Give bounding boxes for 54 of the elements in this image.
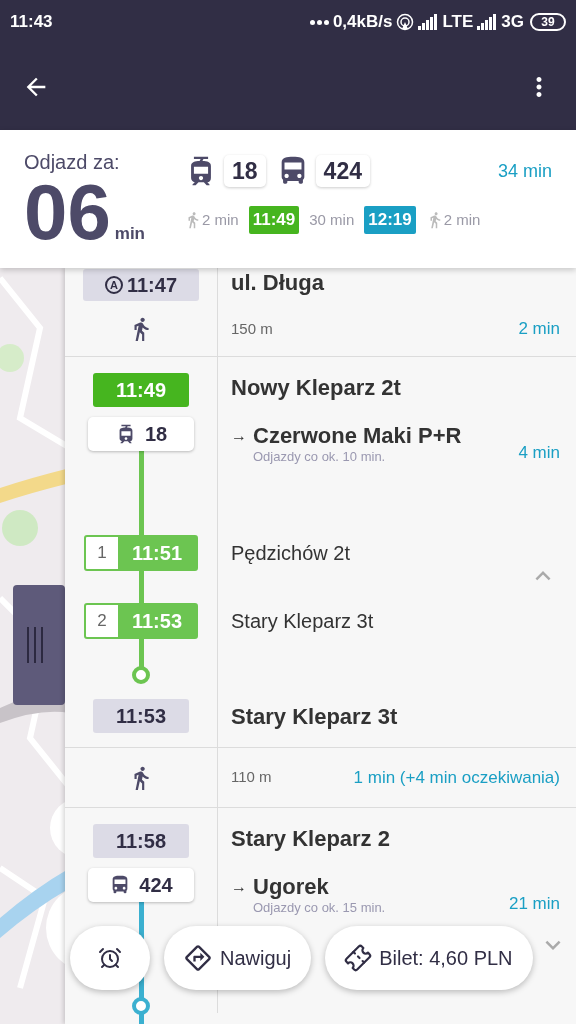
wait-time: 30 min <box>309 209 355 230</box>
walk-duration: 1 min (+4 min oczekiwania) <box>353 766 560 789</box>
frequency-note: Odjazdy co ok. 15 min. <box>253 900 386 916</box>
time-badge: 11:49 <box>248 206 300 234</box>
line-badge: 18 <box>88 417 194 451</box>
departure-label: Odjazd za: <box>24 152 121 172</box>
intermediate-stop-badge: 1 11:51 <box>84 535 198 571</box>
time-badge: A 11:47 <box>83 269 199 301</box>
network-type: 3G <box>501 11 524 34</box>
total-duration: 34 min <box>497 159 552 183</box>
time-badge: 11:49 <box>93 373 189 407</box>
departure-minutes: 06 <box>24 172 111 252</box>
stop-name: Stary Kleparz 2 <box>231 824 390 853</box>
time-badge: 11:58 <box>93 824 189 858</box>
hotspot-icon <box>396 13 415 31</box>
stop-name: ul. Długa <box>231 269 325 297</box>
action-button[interactable]: Nawiguj <box>164 926 312 990</box>
walk-distance: 150 m <box>231 318 273 339</box>
handle-panel[interactable] <box>13 585 65 705</box>
ride-duration: 21 min <box>508 892 560 915</box>
signal-icon <box>418 14 439 30</box>
line-number-badge: 18 <box>224 155 266 187</box>
network-type: LTE <box>442 11 474 34</box>
stop-name: Pędzichów 2t <box>231 541 350 566</box>
signal-icon <box>477 14 498 30</box>
minutes-unit: min <box>114 222 145 245</box>
action-button[interactable]: Bilet: 4,60 PLN <box>325 926 533 990</box>
stop-name: Stary Kleparz 3t <box>231 702 398 731</box>
time-badge: 11:53 <box>93 699 189 733</box>
line-number-badge: 424 <box>315 155 370 187</box>
stop-name: Nowy Kleparz 2t <box>231 373 401 402</box>
direction-name: Ugorek <box>253 874 329 900</box>
end-stop-icon <box>132 666 150 684</box>
intermediate-stop-badge: 2 11:53 <box>84 603 198 639</box>
directions-icon <box>184 944 212 972</box>
notification-dots-icon <box>309 19 329 25</box>
walk-time: 2 min <box>202 209 239 230</box>
arrow-icon: → <box>231 424 247 448</box>
clock: 11:43 <box>10 11 53 34</box>
time-badge: 12:19 <box>364 206 416 234</box>
grip-icon <box>27 627 43 663</box>
network-speed: 0,4kB/s <box>332 11 393 34</box>
direction-name: Czerwone Maki P+R <box>253 423 462 449</box>
walk-distance: 110 m <box>231 767 272 788</box>
alarm-clock-icon <box>98 946 122 970</box>
stop-name: Stary Kleparz 3t <box>231 609 374 634</box>
walk-duration: 2 min <box>518 318 560 341</box>
battery-icon: 39 <box>530 13 566 31</box>
arrow-icon: → <box>231 875 247 899</box>
frequency-note: Odjazdy co ok. 10 min. <box>253 449 387 465</box>
end-stop-icon <box>132 996 150 1015</box>
line-badge: 424 <box>88 868 194 902</box>
ride-duration: 4 min <box>518 441 560 464</box>
walk-time: 2 min <box>443 209 481 230</box>
